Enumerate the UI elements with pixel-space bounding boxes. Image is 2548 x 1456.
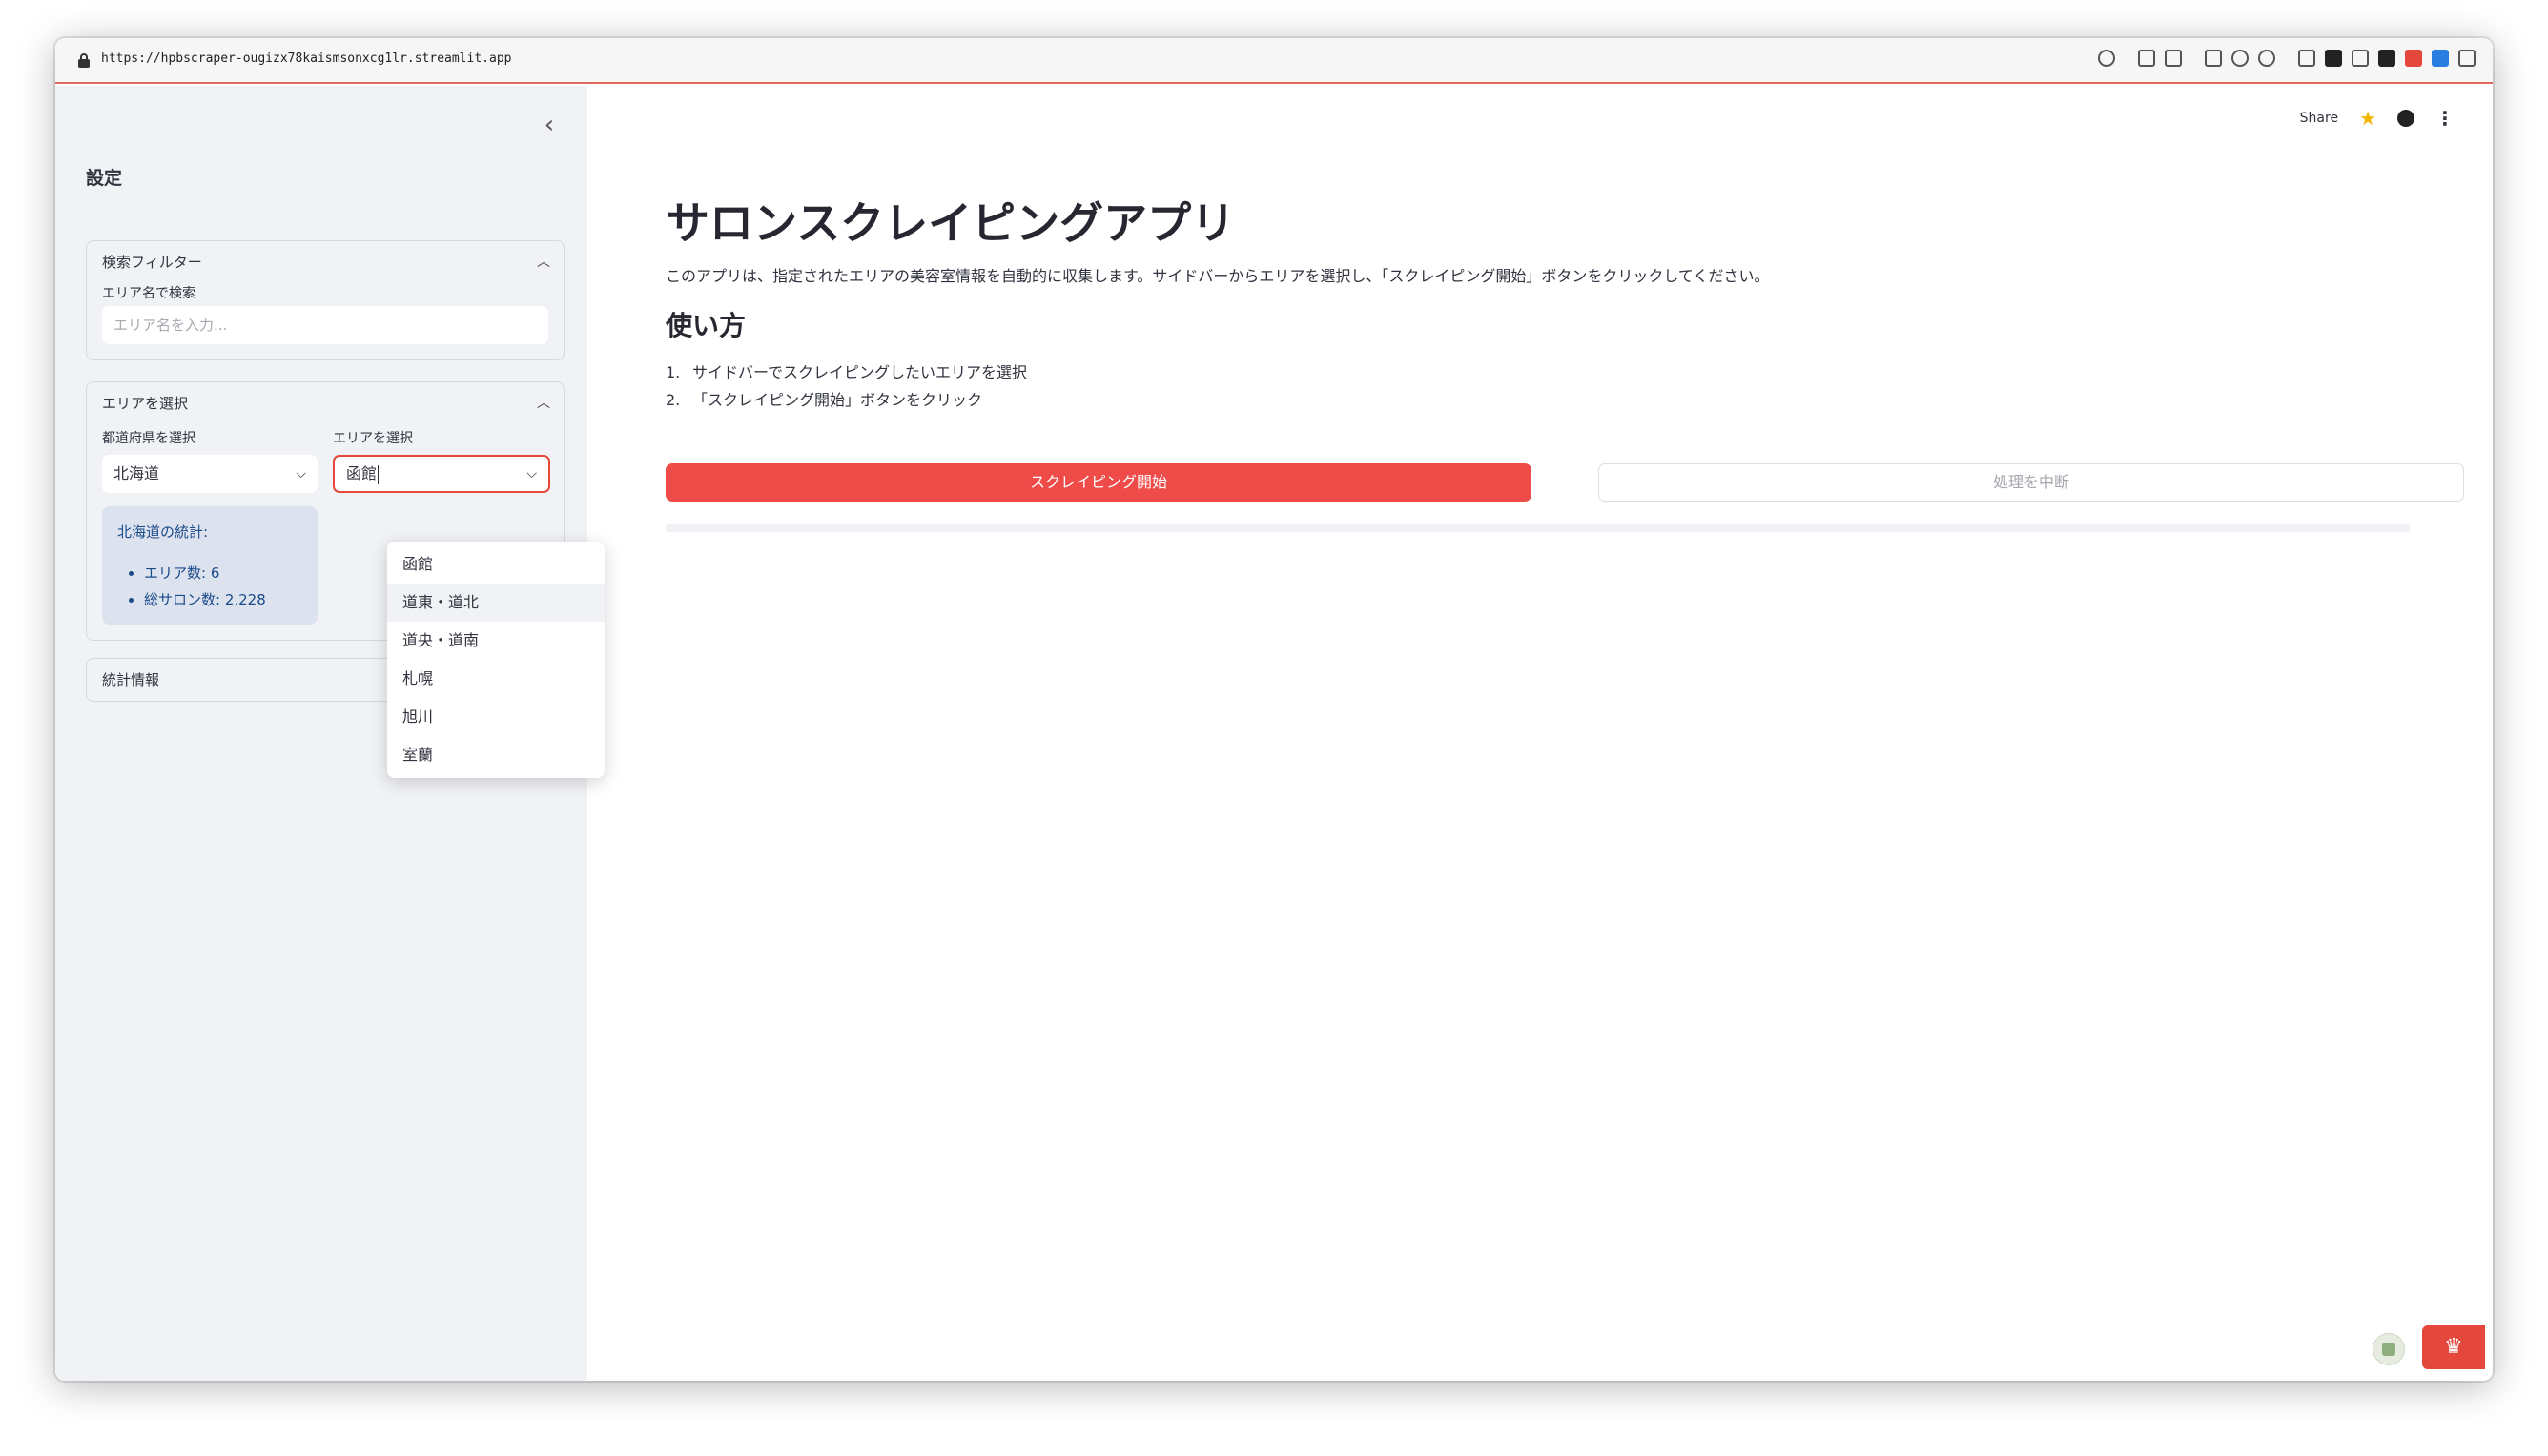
area-count: エリア数: 6	[144, 560, 266, 586]
code-icon[interactable]	[2298, 50, 2315, 67]
dropdown-option[interactable]: 道東・道北	[387, 584, 605, 622]
stats-title: 北海道の統計:	[117, 523, 209, 541]
dropdown-option[interactable]: 旭川	[387, 698, 605, 736]
area-value: 函館	[346, 464, 378, 482]
address-bar[interactable]: https://hpbscraper-ougizx78kaismsonxcg1l…	[55, 38, 2493, 84]
share-button[interactable]: Share	[2300, 111, 2338, 126]
red-extension-icon[interactable]	[2405, 50, 2422, 67]
search-filter-header[interactable]: 検索フィルター ︿	[87, 241, 564, 283]
chevron-down-icon: ⌵	[296, 466, 306, 482]
crosshair-icon[interactable]	[2258, 50, 2275, 67]
step-text: サイドバーでスクレイピングしたいエリアを選択	[692, 363, 1028, 381]
screen-capture-icon[interactable]	[2138, 50, 2155, 67]
stop-processing-button[interactable]: 処理を中断	[1598, 463, 2464, 502]
dropdown-option[interactable]: 函館	[387, 545, 605, 584]
prefecture-stats-box: 北海道の統計: エリア数: 6 総サロン数: 2,228	[102, 506, 318, 625]
area-select-title: エリアを選択	[102, 395, 189, 412]
salon-count: 総サロン数: 2,228	[144, 586, 266, 613]
sidebar-toggle-icon[interactable]	[2458, 50, 2476, 67]
prefecture-select[interactable]: 北海道 ⌵	[102, 455, 318, 493]
lock-icon	[78, 53, 90, 68]
assistant-icon[interactable]	[2373, 1333, 2405, 1365]
main-content: Share ★ ⋮ サロンスクレイピングアプリ このアプリは、指定されたエリアの…	[587, 86, 2493, 1381]
chevron-up-icon: ︿	[537, 396, 550, 411]
square-icon[interactable]	[2325, 50, 2342, 67]
area-dropdown-menu: 函館 道東・道北 道央・道南 札幌 旭川 室蘭	[387, 542, 605, 778]
sidebar: ‹ 設定 検索フィルター ︿ エリア名で検索 エリア名を入力... エリアを選択…	[55, 86, 605, 1381]
globe-icon[interactable]	[2231, 50, 2249, 67]
start-scraping-button[interactable]: スクレイピング開始	[666, 463, 1531, 502]
step-number: 1.	[666, 363, 681, 381]
search-filter-title: 検索フィルター	[102, 254, 202, 271]
extension-toolbar	[2098, 50, 2476, 67]
url-text[interactable]: https://hpbscraper-ougizx78kaismsonxcg1l…	[101, 51, 511, 66]
blue-extension-icon[interactable]	[2432, 50, 2449, 67]
dropdown-option[interactable]: 道央・道南	[387, 622, 605, 660]
dropdown-option[interactable]: 室蘭	[387, 736, 605, 774]
stats-list: エリア数: 6 総サロン数: 2,228	[144, 560, 266, 613]
prefecture-value: 北海道	[113, 464, 160, 482]
step-item: 2. 「スクレイピング開始」ボタンをクリック	[666, 386, 1027, 414]
window-icon[interactable]	[2205, 50, 2222, 67]
area-search-input[interactable]: エリア名を入力...	[102, 306, 548, 344]
step-text: 「スクレイピング開始」ボタンをクリック	[692, 391, 983, 409]
prefecture-label: 都道府県を選択	[102, 431, 195, 446]
area-select-label: エリアを選択	[333, 431, 413, 446]
search-filter-expander: 検索フィルター ︿ エリア名で検索 エリア名を入力...	[86, 240, 565, 360]
step-item: 1. サイドバーでスクレイピングしたいエリアを選択	[666, 359, 1027, 386]
github-icon[interactable]	[2397, 110, 2414, 127]
sidebar-title: 設定	[86, 168, 123, 189]
step-number: 2.	[666, 391, 681, 409]
link-icon[interactable]	[2098, 50, 2115, 67]
area-select-header[interactable]: エリアを選択 ︿	[87, 382, 564, 424]
browser-window: https://hpbscraper-ougizx78kaismsonxcg1l…	[55, 38, 2493, 1381]
area-search-label: エリア名で検索	[102, 286, 195, 301]
crown-icon[interactable]: ♛	[2422, 1325, 2485, 1369]
chevron-down-icon: ⌵	[526, 466, 537, 482]
page-title: サロンスクレイピングアプリ	[666, 197, 1236, 249]
text-caret	[378, 464, 380, 484]
app-description: このアプリは、指定されたエリアの美容室情報を自動的に収集します。サイドバーからエ…	[666, 267, 1770, 285]
dropdown-option[interactable]: 札幌	[387, 660, 605, 698]
progress-bar	[666, 524, 2411, 532]
star-icon[interactable]: ★	[2359, 107, 2376, 130]
steps-list: 1. サイドバーでスクレイピングしたいエリアを選択 2. 「スクレイピング開始」ボタ…	[666, 359, 1027, 414]
bank-icon[interactable]	[2352, 50, 2369, 67]
chevron-up-icon: ︿	[537, 255, 550, 270]
camera-icon[interactable]	[2165, 50, 2182, 67]
area-select[interactable]: 函館 ⌵	[333, 455, 550, 493]
collapse-sidebar-icon[interactable]: ‹	[536, 113, 563, 139]
stats-info-title: 統計情報	[102, 671, 160, 688]
send-icon[interactable]	[2378, 50, 2395, 67]
app-toolbar: Share ★ ⋮	[2300, 107, 2455, 130]
more-vert-icon[interactable]: ⋮	[2435, 109, 2455, 128]
howto-heading: 使い方	[666, 310, 747, 341]
